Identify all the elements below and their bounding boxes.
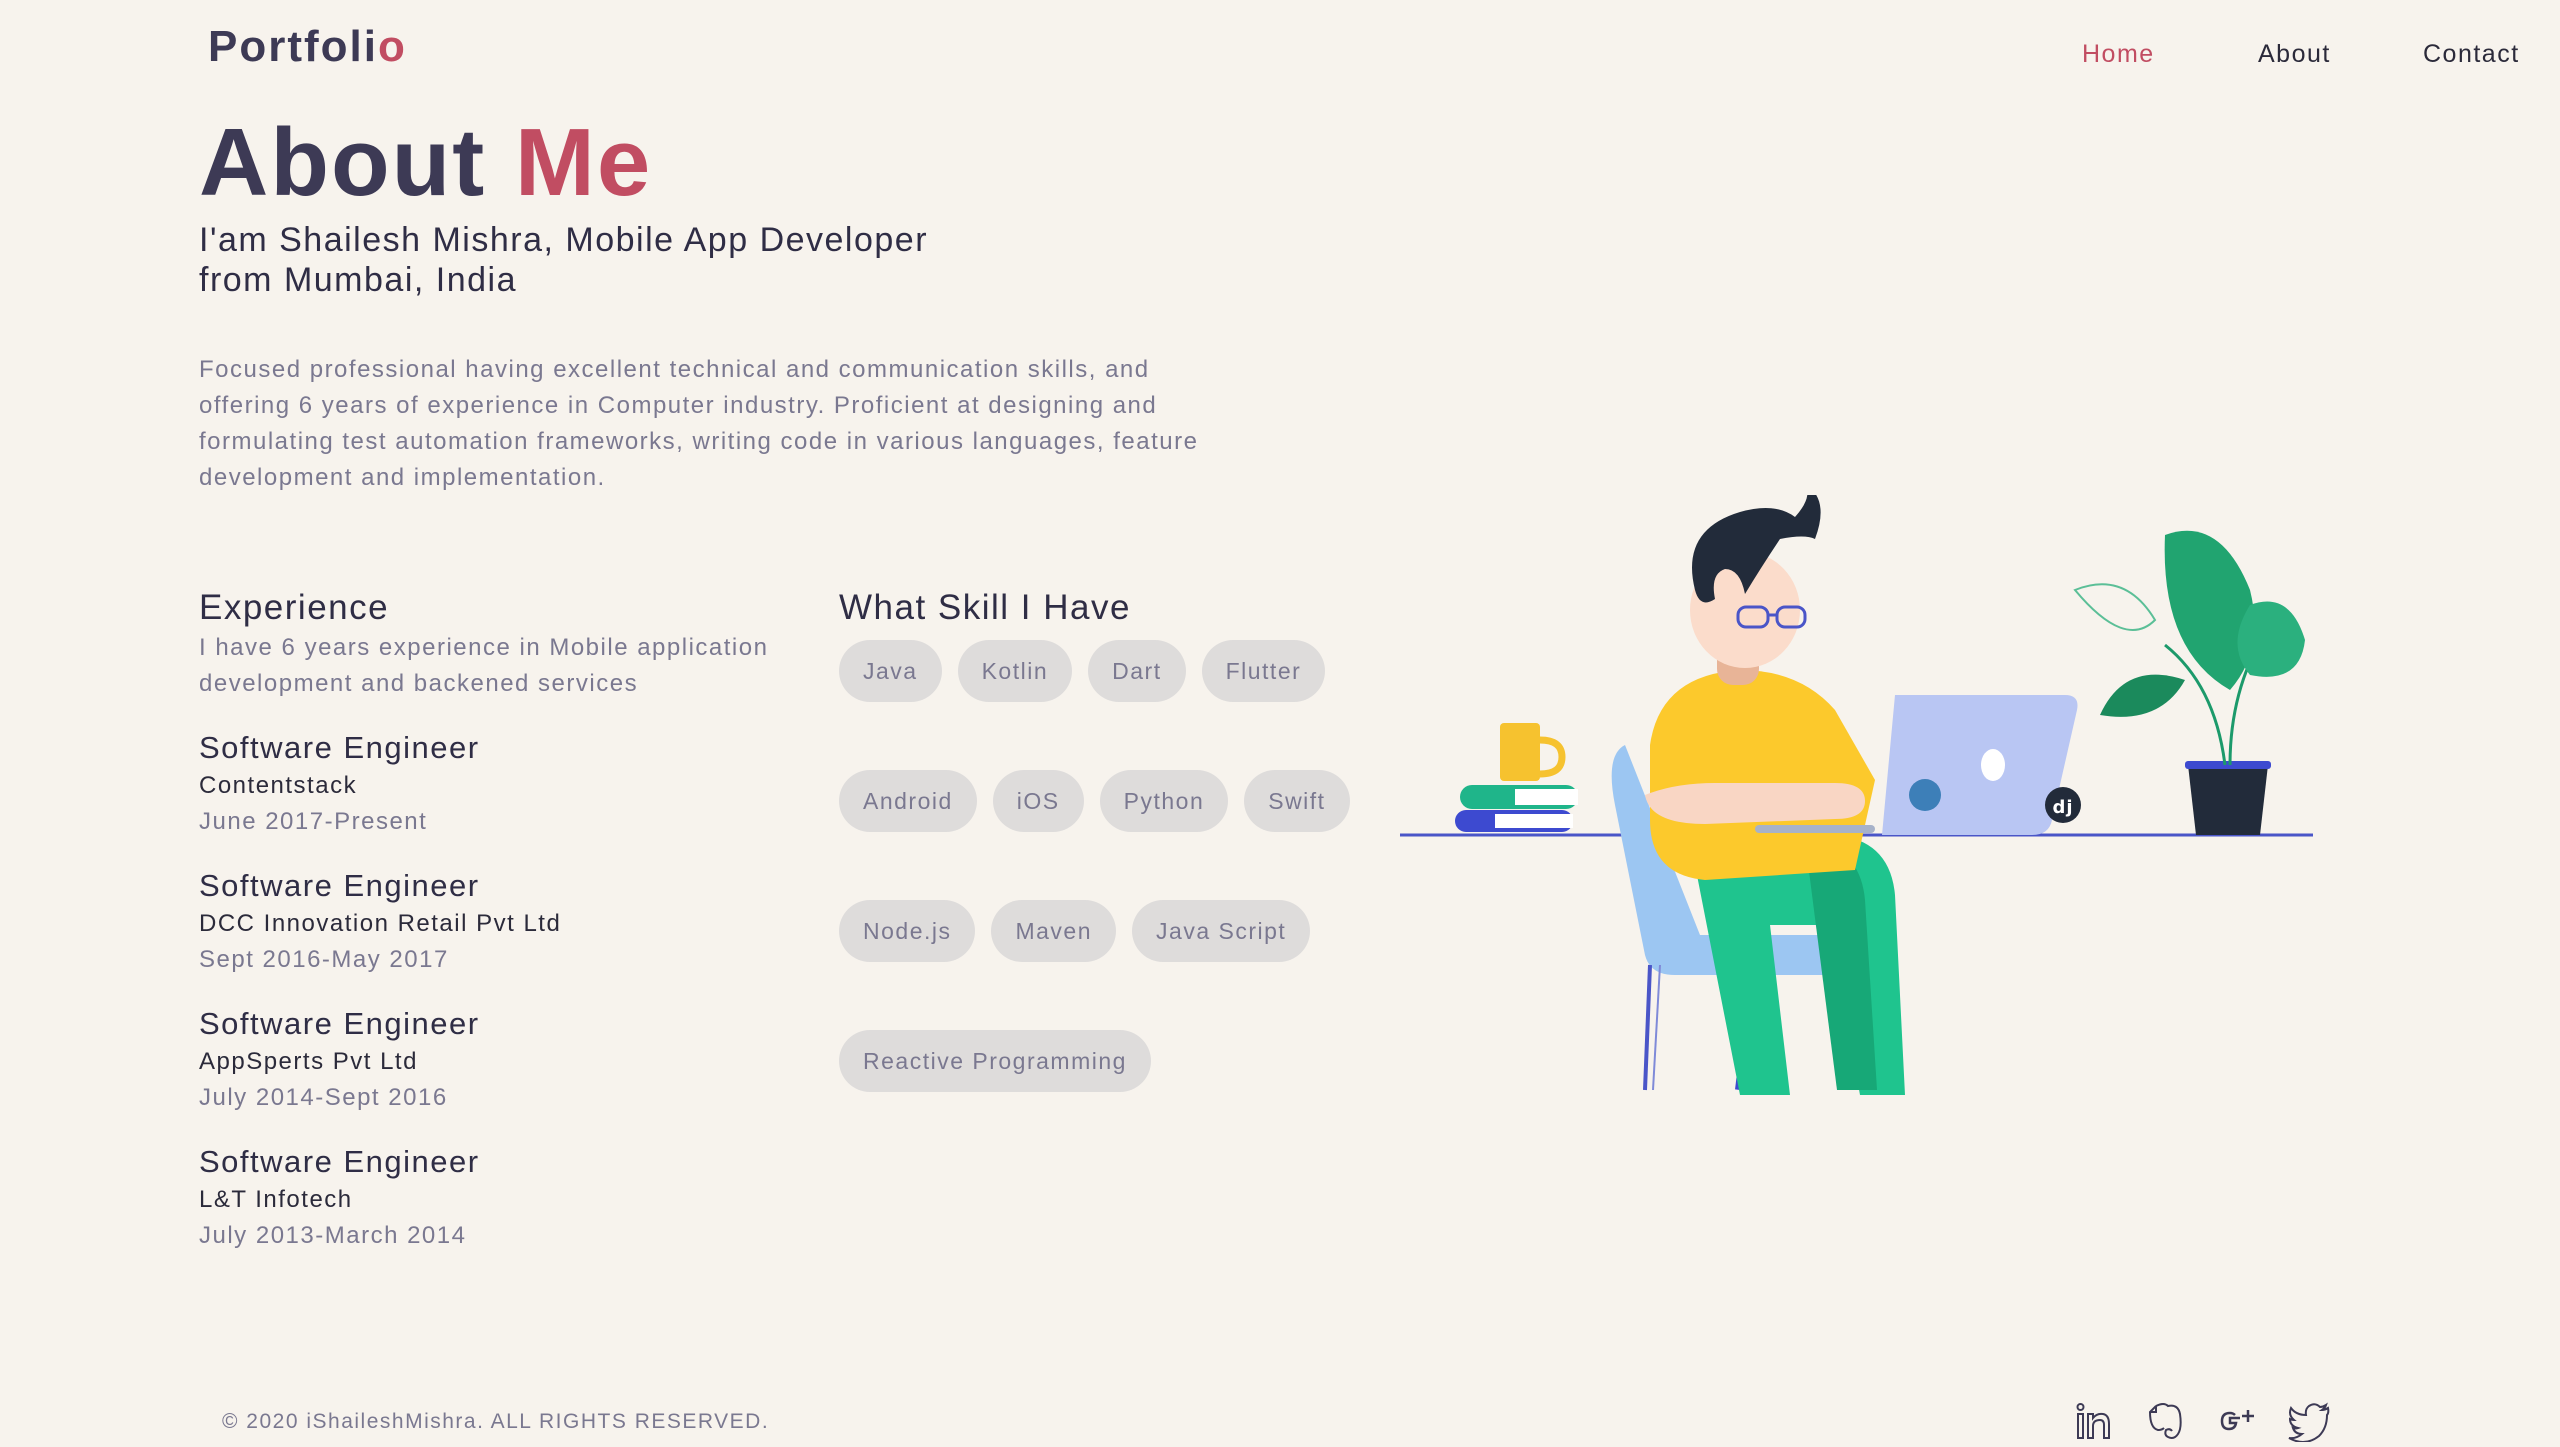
skill-chip: Node.js (839, 900, 976, 962)
arm (1645, 783, 1865, 824)
footer-copyright: © 2020 iShaileshMishra. ALL RIGHTS RESER… (222, 1410, 770, 1433)
skill-chip: Reactive Programming (839, 1030, 1151, 1092)
developer-illustration: dj (1400, 495, 2313, 1095)
pear-logo-icon (1981, 749, 2005, 781)
skills-heading: What Skill I Have (839, 588, 1131, 627)
skill-chip: Maven (991, 900, 1117, 962)
linkedin-icon[interactable] (2072, 1398, 2116, 1442)
job-company: AppSperts Pvt Ltd (199, 1048, 418, 1075)
skill-chip: iOS (992, 770, 1084, 832)
skills-section: What Skill I Have Java Kotlin Dart Flutter A… (839, 588, 1379, 1092)
job-role: Software Engineer (199, 730, 480, 765)
job-dates: Sept 2016-May 2017 (199, 946, 449, 973)
mug-icon (1500, 723, 1566, 781)
experience-heading: Experience (199, 588, 390, 627)
evernote-icon[interactable] (2144, 1398, 2188, 1442)
job-role: Software Engineer (199, 868, 480, 903)
experience-section: Experience I have 6 years experience in … (199, 588, 779, 1254)
job-company: Contentstack (199, 772, 358, 799)
job-entry: Software Engineer L&T Infotech July 2013-M… (199, 1142, 779, 1254)
title-main: About (199, 109, 515, 216)
nav-home-link[interactable]: Home (2082, 40, 2155, 69)
skill-chip: Android (839, 770, 977, 832)
skill-chip: Python (1099, 770, 1229, 832)
nav-contact-link[interactable]: Contact (2423, 40, 2520, 69)
job-company: DCC Innovation Retail Pvt Ltd (199, 910, 562, 937)
profile-summary: Focused professional having excellent te… (199, 356, 1199, 491)
python-logo-icon (1909, 779, 1941, 811)
twitter-icon[interactable] (2288, 1398, 2332, 1443)
job-entry: Software Engineer AppSperts Pvt Ltd July 2… (199, 1004, 779, 1116)
job-entry: Software Engineer DCC Innovation Retail P… (199, 866, 779, 978)
plant-icon (2073, 530, 2305, 835)
job-role: Software Engineer (199, 1144, 480, 1179)
books-icon (1455, 785, 1578, 832)
subtitle-line-1: I'am Shailesh Mishra, Mobile App Develop… (199, 221, 929, 259)
skill-chip: Kotlin (957, 640, 1073, 702)
job-dates: July 2014-Sept 2016 (199, 1084, 448, 1111)
experience-intro: I have 6 years experience in Mobile appl… (199, 634, 769, 697)
torso (1650, 670, 1875, 880)
job-entry: Software Engineer Contentstack June 2017-P… (199, 728, 779, 840)
page-title: About Me (199, 108, 652, 218)
job-dates: July 2013-March 2014 (199, 1222, 467, 1249)
skill-chip: Java (839, 640, 942, 702)
job-company: L&T Infotech (199, 1186, 353, 1213)
skill-chip: Dart (1088, 640, 1186, 702)
job-role: Software Engineer (199, 1006, 480, 1041)
svg-text:dj: dj (2052, 797, 2073, 818)
skill-chip-list: Java Kotlin Dart Flutter Android iOS Python Swi… (839, 640, 1379, 1092)
main-nav: Home About Contact (0, 40, 2560, 74)
nav-about-link[interactable]: About (2258, 40, 2331, 69)
subtitle-line-2: from Mumbai, India (199, 261, 517, 299)
skill-chip: Java Script (1132, 900, 1311, 962)
job-list: Software Engineer Contentstack June 2017-P… (199, 728, 779, 1254)
google-plus-icon[interactable] (2216, 1398, 2260, 1442)
job-dates: June 2017-Present (199, 808, 428, 835)
social-links (2072, 1398, 2372, 1443)
skill-chip: Swift (1244, 770, 1350, 832)
skill-chip: Flutter (1201, 640, 1326, 702)
intro-subtitle: I'am Shailesh Mishra, Mobile App Develop… (199, 220, 1099, 300)
title-accent: Me (514, 109, 653, 216)
